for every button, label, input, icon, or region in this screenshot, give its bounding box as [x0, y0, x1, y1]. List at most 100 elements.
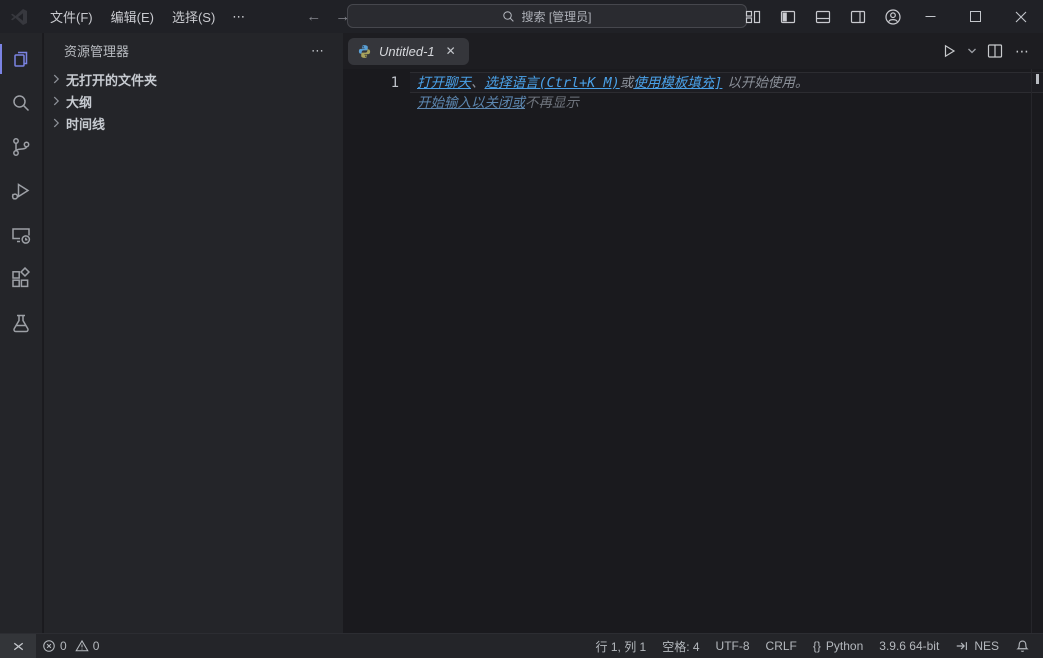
run-python-file-button[interactable] [938, 39, 960, 63]
menu-overflow-button[interactable]: ⋯ [224, 5, 254, 29]
explorer-sidebar: 资源管理器 ⋯ 无打开的文件夹 大纲 时间线 [44, 33, 343, 633]
tab-arrow-icon [955, 639, 969, 653]
sidebar-title: 资源管理器 [64, 41, 305, 60]
menu-edit[interactable]: 编辑(E) [102, 3, 163, 30]
section-outline[interactable]: 大纲 [44, 90, 343, 112]
hint-line-2: 开始输入以关闭或不再显示 [417, 93, 1033, 113]
overview-cursor-marker [1036, 74, 1039, 84]
error-icon [42, 639, 56, 653]
remote-explorer-icon [9, 223, 33, 247]
scrollbar[interactable] [1031, 69, 1032, 633]
language-mode-button[interactable]: {} Python [806, 635, 870, 657]
layout-controls [740, 0, 906, 33]
maximize-button[interactable] [953, 0, 998, 33]
eol-button[interactable]: CRLF [759, 635, 804, 657]
indentation-button[interactable]: 空格: 4 [655, 635, 706, 657]
tab-label: Untitled-1 [379, 44, 435, 59]
sidebar-right-icon [850, 9, 866, 25]
start-typing-dismiss-link[interactable]: 开始输入以关闭或 [417, 95, 525, 111]
panel-bottom-icon [815, 9, 831, 25]
editor-more-actions-button[interactable]: ⋯ [1010, 39, 1035, 63]
editor-pane[interactable]: 1 打开聊天、选择语言(Ctrl+K M)或使用模板填充]以开始使用。 开始输入… [343, 69, 1043, 633]
editor-hint: 打开聊天、选择语言(Ctrl+K M)或使用模板填充]以开始使用。 开始输入以关… [417, 73, 1033, 113]
tab-bar: Untitled-1 ✕ ⋯ [343, 33, 1043, 69]
search-icon [9, 91, 33, 115]
sidebar-left-icon [780, 9, 796, 25]
go-back-button[interactable]: ← [306, 8, 321, 25]
problems-button[interactable]: 0 0 [36, 635, 105, 657]
search-icon [502, 10, 515, 23]
account-icon [884, 8, 902, 26]
chevron-down-icon [967, 46, 977, 56]
encoding-button[interactable]: UTF-8 [709, 635, 757, 657]
open-chat-link[interactable]: 打开聊天 [417, 75, 471, 91]
testing-flask-icon [9, 311, 33, 335]
search-placeholder: 搜索 [管理员] [521, 8, 591, 25]
python-interpreter-button[interactable]: 3.9.6 64-bit [872, 635, 946, 657]
explorer-files-icon [9, 47, 33, 71]
warning-count: 0 [93, 639, 100, 653]
window-controls [908, 0, 1043, 33]
hint-line-1: 打开聊天、选择语言(Ctrl+K M)或使用模板填充]以开始使用。 [417, 73, 1033, 93]
remote-indicator-button[interactable] [0, 634, 36, 658]
chevron-right-icon [48, 71, 64, 87]
tab-close-button[interactable]: ✕ [442, 42, 460, 60]
toggle-panel-button[interactable] [810, 5, 836, 29]
vscode-window: 文件(F) 编辑(E) 选择(S) ⋯ ← → 搜索 [管理员] [0, 0, 1043, 658]
minimize-button[interactable] [908, 0, 953, 33]
editor-actions: ⋯ [938, 33, 1035, 69]
close-button[interactable] [998, 0, 1043, 33]
command-center-search[interactable]: 搜索 [管理员] [347, 4, 747, 28]
activity-testing-button[interactable] [0, 301, 43, 345]
select-language-link[interactable]: 选择语言(Ctrl+K M) [485, 75, 620, 91]
status-bar: 0 0 行 1, 列 1 空格: 4 UTF-8 CRLF {} Python … [0, 633, 1043, 658]
section-timeline[interactable]: 时间线 [44, 112, 343, 134]
section-no-folder-opened[interactable]: 无打开的文件夹 [44, 68, 343, 90]
activity-search-button[interactable] [0, 81, 43, 125]
run-dropdown-button[interactable] [964, 39, 980, 63]
account-button[interactable] [880, 5, 906, 29]
customize-layout-icon [745, 9, 761, 25]
remote-icon [11, 639, 26, 654]
split-editor-button[interactable] [984, 39, 1006, 63]
title-bar: 文件(F) 编辑(E) 选择(S) ⋯ ← → 搜索 [管理员] [0, 0, 1043, 33]
vscode-logo-icon [9, 7, 29, 27]
activity-explorer-button[interactable] [0, 37, 43, 81]
extensions-icon [9, 267, 33, 291]
activity-extensions-button[interactable] [0, 257, 43, 301]
notifications-button[interactable] [1008, 635, 1037, 657]
python-file-icon [357, 44, 372, 59]
menu-selection[interactable]: 选择(S) [163, 3, 224, 30]
customize-layout-button[interactable] [740, 5, 766, 29]
minimize-icon [925, 11, 936, 22]
chevron-right-icon [48, 93, 64, 109]
toggle-primary-sidebar-button[interactable] [775, 5, 801, 29]
menu-file[interactable]: 文件(F) [41, 3, 102, 30]
activity-run-debug-button[interactable] [0, 169, 43, 213]
section-label: 无打开的文件夹 [66, 70, 157, 89]
history-nav: ← → [306, 8, 350, 25]
split-editor-icon [987, 43, 1003, 59]
run-debug-icon [9, 179, 33, 203]
maximize-icon [970, 11, 981, 22]
run-icon [941, 43, 957, 59]
activity-remote-explorer-button[interactable] [0, 213, 43, 257]
chevron-right-icon [48, 115, 64, 131]
cursor-position-button[interactable]: 行 1, 列 1 [589, 635, 654, 657]
tab-untitled-1[interactable]: Untitled-1 ✕ [348, 38, 469, 65]
activity-bar [0, 33, 43, 633]
line-number: 1 [343, 73, 399, 93]
fill-template-link[interactable]: 使用模板填充] [633, 75, 722, 91]
error-count: 0 [60, 639, 67, 653]
braces-icon: {} [813, 639, 821, 653]
editor-group: Untitled-1 ✕ ⋯ 1 打开聊天、选择语言( [343, 33, 1043, 633]
bell-icon [1015, 639, 1030, 654]
source-control-icon [9, 135, 33, 159]
activity-source-control-button[interactable] [0, 125, 43, 169]
section-label: 时间线 [66, 114, 105, 133]
section-label: 大纲 [66, 92, 92, 111]
close-icon [1015, 11, 1027, 23]
toggle-secondary-sidebar-button[interactable] [845, 5, 871, 29]
sidebar-more-actions-button[interactable]: ⋯ [305, 41, 331, 61]
nes-button[interactable]: NES [948, 635, 1006, 657]
